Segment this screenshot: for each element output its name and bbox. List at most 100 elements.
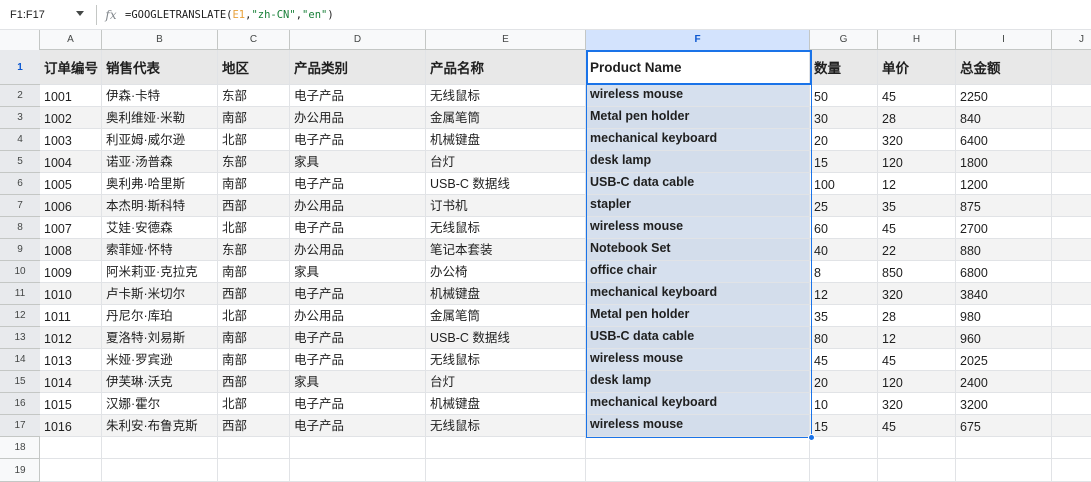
column-header-f[interactable]: F bbox=[586, 30, 810, 50]
cell-g14[interactable]: 45 bbox=[810, 349, 878, 370]
cell-a18[interactable] bbox=[40, 437, 102, 458]
cell-j3[interactable] bbox=[1052, 107, 1091, 128]
cell-f17[interactable]: wireless mouse bbox=[586, 415, 810, 436]
cell-d11[interactable]: 电子产品 bbox=[290, 283, 426, 304]
cell-j16[interactable] bbox=[1052, 393, 1091, 414]
cell-j8[interactable] bbox=[1052, 217, 1091, 238]
cell-f4[interactable]: mechanical keyboard bbox=[586, 129, 810, 150]
cell-b19[interactable] bbox=[102, 459, 218, 481]
cell-j14[interactable] bbox=[1052, 349, 1091, 370]
cell-g7[interactable]: 25 bbox=[810, 195, 878, 216]
cell-a7[interactable]: 1006 bbox=[40, 195, 102, 216]
cell-i12[interactable]: 980 bbox=[956, 305, 1052, 326]
row-header-6[interactable]: 6 bbox=[0, 173, 40, 195]
cell-b15[interactable]: 伊芙琳·沃克 bbox=[102, 371, 218, 392]
row-header-13[interactable]: 13 bbox=[0, 327, 40, 349]
cell-h10[interactable]: 850 bbox=[878, 261, 956, 282]
cell-c7[interactable]: 西部 bbox=[218, 195, 290, 216]
cell-b1[interactable]: 销售代表 bbox=[102, 50, 218, 84]
chevron-down-icon[interactable] bbox=[76, 10, 84, 16]
cell-f6[interactable]: USB-C data cable bbox=[586, 173, 810, 194]
cell-a9[interactable]: 1008 bbox=[40, 239, 102, 260]
cell-h12[interactable]: 28 bbox=[878, 305, 956, 326]
cell-f9[interactable]: Notebook Set bbox=[586, 239, 810, 260]
cell-d4[interactable]: 电子产品 bbox=[290, 129, 426, 150]
cell-d2[interactable]: 电子产品 bbox=[290, 85, 426, 106]
cell-c2[interactable]: 东部 bbox=[218, 85, 290, 106]
cell-d17[interactable]: 电子产品 bbox=[290, 415, 426, 436]
cell-j6[interactable] bbox=[1052, 173, 1091, 194]
cell-c8[interactable]: 北部 bbox=[218, 217, 290, 238]
cell-d18[interactable] bbox=[290, 437, 426, 458]
cell-h14[interactable]: 45 bbox=[878, 349, 956, 370]
row-header-18[interactable]: 18 bbox=[0, 437, 40, 459]
cell-h6[interactable]: 12 bbox=[878, 173, 956, 194]
cell-d6[interactable]: 电子产品 bbox=[290, 173, 426, 194]
row-header-10[interactable]: 10 bbox=[0, 261, 40, 283]
row-header-15[interactable]: 15 bbox=[0, 371, 40, 393]
cell-j18[interactable] bbox=[1052, 437, 1091, 458]
cell-e12[interactable]: 金属笔筒 bbox=[426, 305, 586, 326]
cell-b11[interactable]: 卢卡斯·米切尔 bbox=[102, 283, 218, 304]
cell-e16[interactable]: 机械键盘 bbox=[426, 393, 586, 414]
cell-a13[interactable]: 1012 bbox=[40, 327, 102, 348]
cell-c5[interactable]: 东部 bbox=[218, 151, 290, 172]
cell-e18[interactable] bbox=[426, 437, 586, 458]
cell-e3[interactable]: 金属笔筒 bbox=[426, 107, 586, 128]
cell-h7[interactable]: 35 bbox=[878, 195, 956, 216]
cell-j7[interactable] bbox=[1052, 195, 1091, 216]
cell-h8[interactable]: 45 bbox=[878, 217, 956, 238]
cell-b17[interactable]: 朱利安·布鲁克斯 bbox=[102, 415, 218, 436]
cell-c19[interactable] bbox=[218, 459, 290, 481]
cell-g12[interactable]: 35 bbox=[810, 305, 878, 326]
cell-i11[interactable]: 3840 bbox=[956, 283, 1052, 304]
row-header-12[interactable]: 12 bbox=[0, 305, 40, 327]
cell-h11[interactable]: 320 bbox=[878, 283, 956, 304]
cell-f1[interactable]: Product Name bbox=[586, 50, 810, 84]
cell-i13[interactable]: 960 bbox=[956, 327, 1052, 348]
cell-j1[interactable] bbox=[1052, 50, 1091, 84]
cell-i4[interactable]: 6400 bbox=[956, 129, 1052, 150]
cell-e13[interactable]: USB-C 数据线 bbox=[426, 327, 586, 348]
row-header-1[interactable]: 1 bbox=[0, 50, 40, 85]
cell-g2[interactable]: 50 bbox=[810, 85, 878, 106]
row-header-16[interactable]: 16 bbox=[0, 393, 40, 415]
column-header-e[interactable]: E bbox=[426, 30, 586, 50]
cell-a17[interactable]: 1016 bbox=[40, 415, 102, 436]
cell-j9[interactable] bbox=[1052, 239, 1091, 260]
cell-f13[interactable]: USB-C data cable bbox=[586, 327, 810, 348]
cell-f19[interactable] bbox=[586, 459, 810, 481]
cell-g8[interactable]: 60 bbox=[810, 217, 878, 238]
cell-e11[interactable]: 机械键盘 bbox=[426, 283, 586, 304]
cell-c12[interactable]: 北部 bbox=[218, 305, 290, 326]
cell-f3[interactable]: Metal pen holder bbox=[586, 107, 810, 128]
cell-d15[interactable]: 家具 bbox=[290, 371, 426, 392]
cell-b6[interactable]: 奥利弗·哈里斯 bbox=[102, 173, 218, 194]
cell-f14[interactable]: wireless mouse bbox=[586, 349, 810, 370]
cell-f18[interactable] bbox=[586, 437, 810, 458]
cell-h3[interactable]: 28 bbox=[878, 107, 956, 128]
cell-c16[interactable]: 北部 bbox=[218, 393, 290, 414]
cell-e17[interactable]: 无线鼠标 bbox=[426, 415, 586, 436]
cell-j10[interactable] bbox=[1052, 261, 1091, 282]
cell-g3[interactable]: 30 bbox=[810, 107, 878, 128]
column-header-d[interactable]: D bbox=[290, 30, 426, 50]
cell-e1[interactable]: 产品名称 bbox=[426, 50, 586, 84]
cell-d1[interactable]: 产品类别 bbox=[290, 50, 426, 84]
cell-j13[interactable] bbox=[1052, 327, 1091, 348]
cell-g4[interactable]: 20 bbox=[810, 129, 878, 150]
cell-i7[interactable]: 875 bbox=[956, 195, 1052, 216]
cell-b12[interactable]: 丹尼尔·库珀 bbox=[102, 305, 218, 326]
cell-e7[interactable]: 订书机 bbox=[426, 195, 586, 216]
cell-c18[interactable] bbox=[218, 437, 290, 458]
cell-h2[interactable]: 45 bbox=[878, 85, 956, 106]
cell-a8[interactable]: 1007 bbox=[40, 217, 102, 238]
cell-b10[interactable]: 阿米莉亚·克拉克 bbox=[102, 261, 218, 282]
cell-h16[interactable]: 320 bbox=[878, 393, 956, 414]
row-header-4[interactable]: 4 bbox=[0, 129, 40, 151]
cell-h13[interactable]: 12 bbox=[878, 327, 956, 348]
cell-g15[interactable]: 20 bbox=[810, 371, 878, 392]
row-header-11[interactable]: 11 bbox=[0, 283, 40, 305]
cell-h17[interactable]: 45 bbox=[878, 415, 956, 436]
row-header-3[interactable]: 3 bbox=[0, 107, 40, 129]
